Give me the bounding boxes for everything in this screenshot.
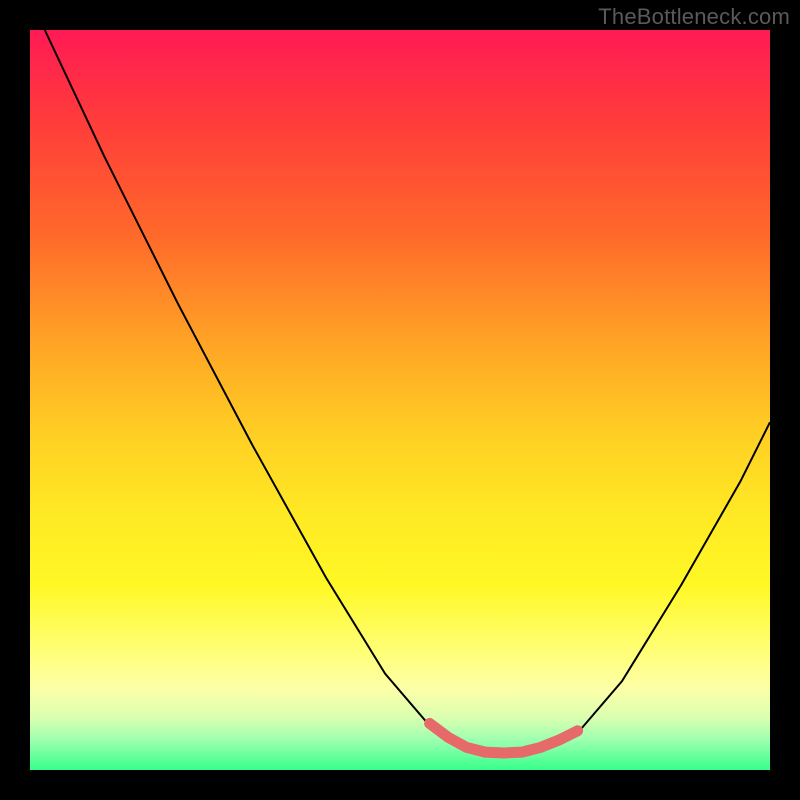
watermark-text: TheBottleneck.com — [598, 4, 790, 30]
chart-frame: TheBottleneck.com — [0, 0, 800, 800]
bottleneck-curve — [45, 30, 770, 755]
flat-region-marker — [430, 723, 578, 753]
plot-svg — [30, 30, 770, 770]
plot-area — [30, 30, 770, 770]
